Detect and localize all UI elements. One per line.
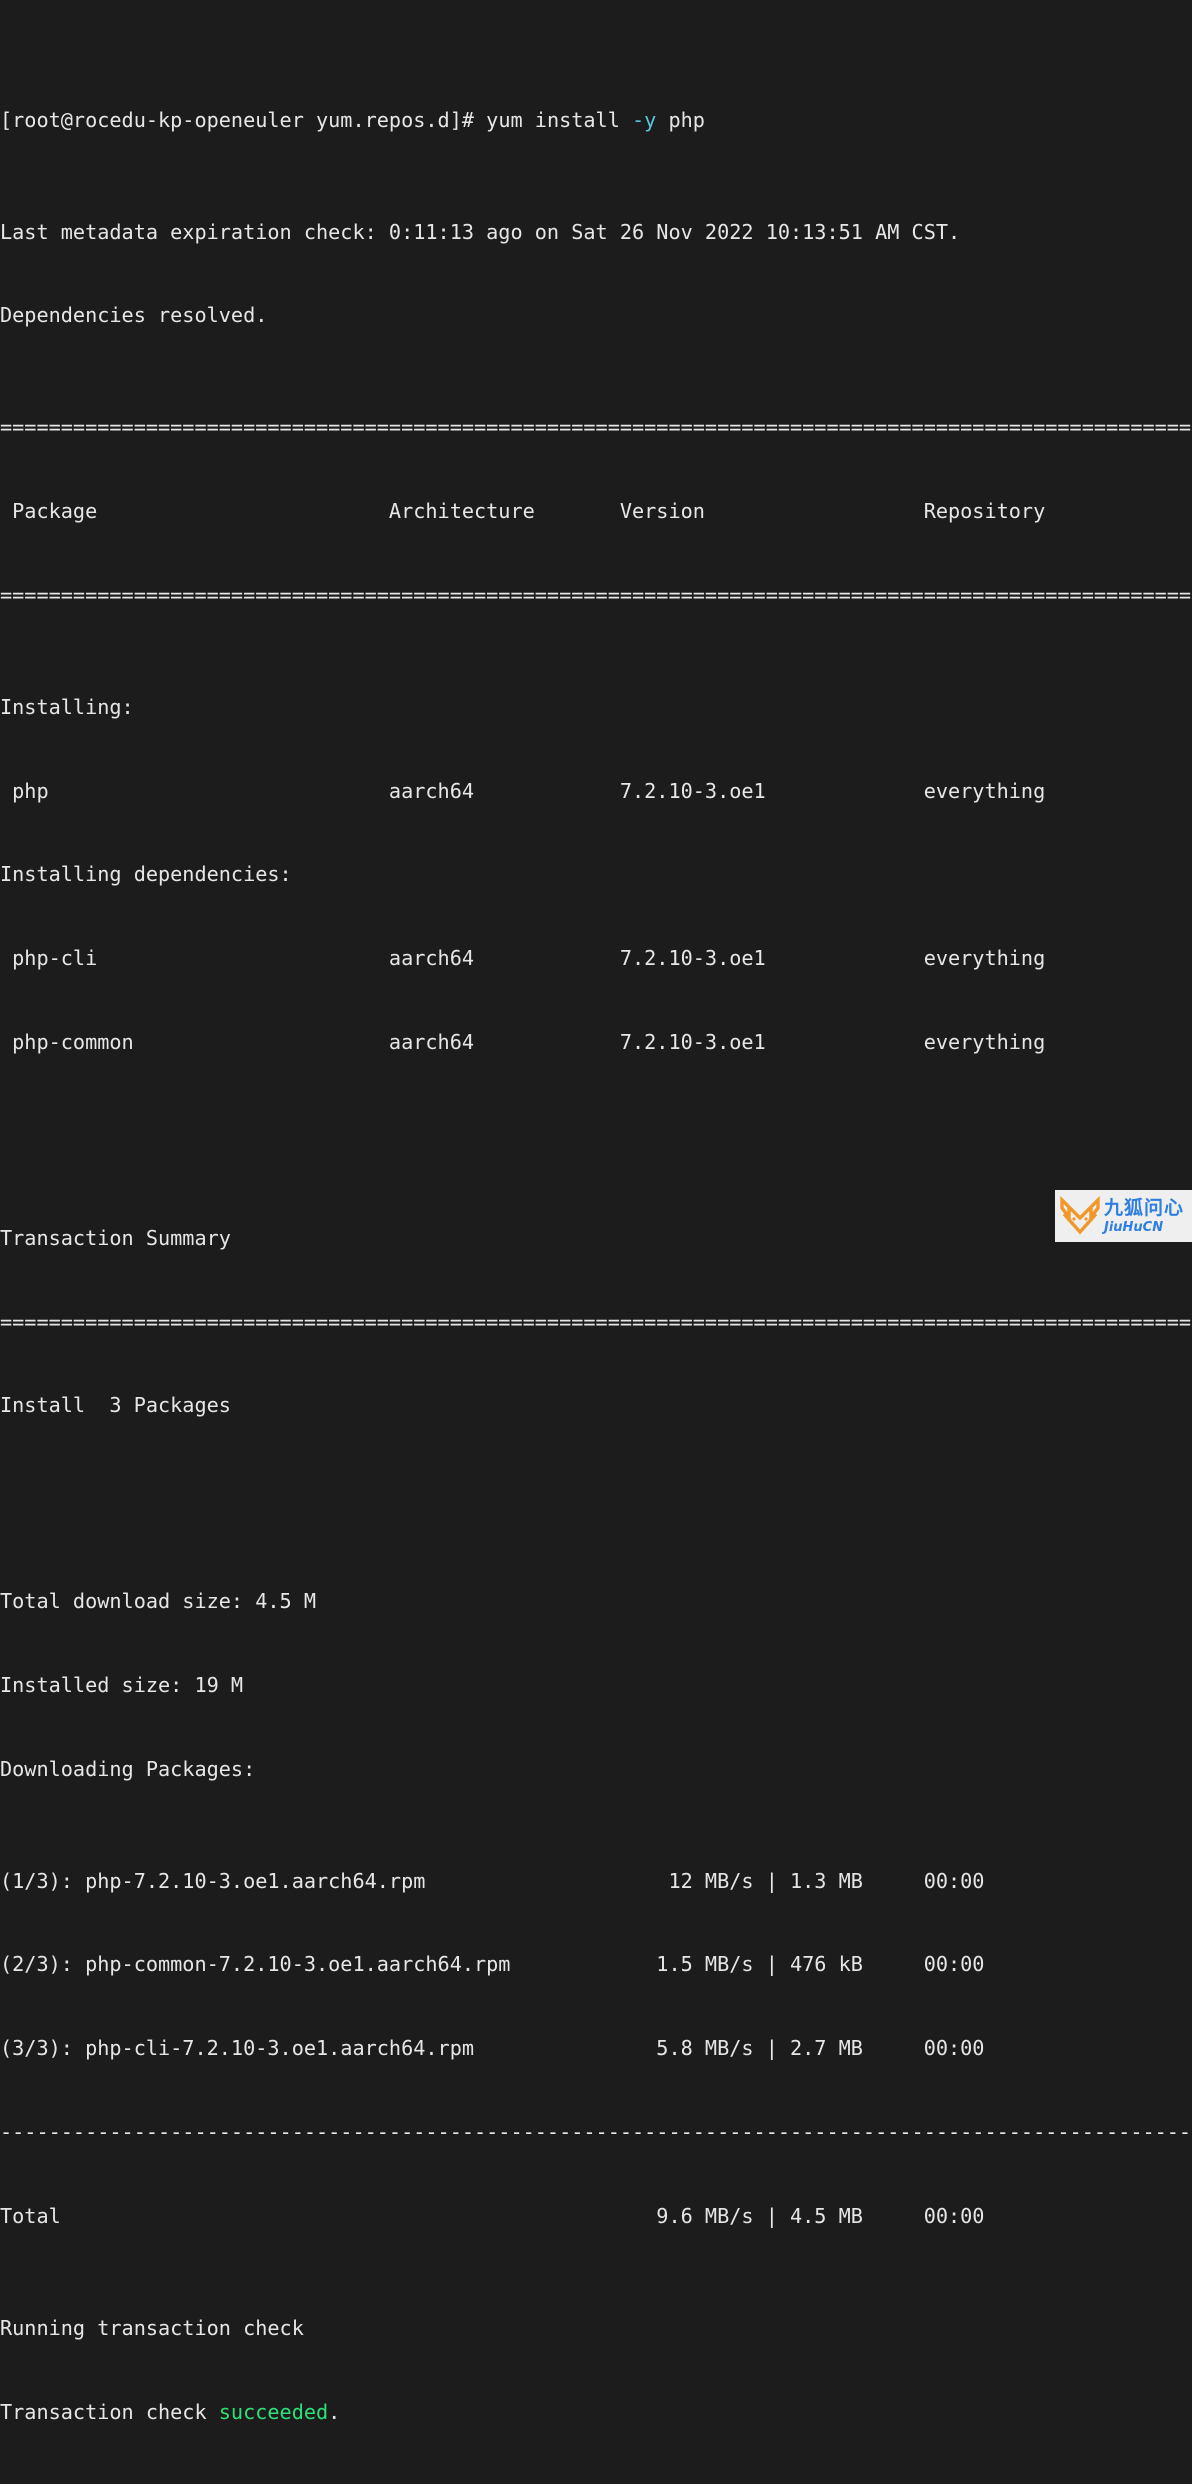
transaction-check-prefix: Transaction check xyxy=(0,2399,219,2424)
transaction-check-result-line: Transaction check succeeded. xyxy=(0,2399,1192,2427)
installing-section-header: Installing: xyxy=(0,694,134,719)
install-count-line: Install 3 Packages xyxy=(0,1393,231,1418)
command-tail: php xyxy=(656,107,705,132)
table-row: php aarch64 7.2.10-3.oe1 everything 1.3 … xyxy=(0,778,1192,803)
command-line-top: [root@rocedu-kp-openeuler yum.repos.d]# … xyxy=(0,107,1192,135)
table-header-row: Package Architecture Version Repository … xyxy=(0,499,1192,524)
download-progress-row: (3/3): php-cli-7.2.10-3.oe1.aarch64.rpm … xyxy=(0,2036,985,2061)
separator-dashes: ----------------------------------------… xyxy=(0,2120,1192,2145)
downloading-packages-header: Downloading Packages: xyxy=(0,1756,256,1781)
separator-equals-2: ========================================… xyxy=(0,582,1192,607)
separator-equals-3: ========================================… xyxy=(0,1309,1192,1334)
command-head: yum install xyxy=(486,107,633,132)
transaction-check-suffix: . xyxy=(328,2399,341,2424)
watermark-chinese: 九狐问心 xyxy=(1104,1196,1185,1219)
watermark-text: 九狐问心 JiuHuCN xyxy=(1104,1196,1185,1235)
transaction-summary-title: Transaction Summary xyxy=(0,1225,231,1250)
total-download-size-line: Total download size: 4.5 M xyxy=(0,1589,317,1614)
shell-prompt-top: [root@rocedu-kp-openeuler yum.repos.d]# xyxy=(0,107,475,132)
terminal-output[interactable]: [root@rocedu-kp-openeuler yum.repos.d]# … xyxy=(0,0,1192,2484)
download-progress-row: (1/3): php-7.2.10-3.oe1.aarch64.rpm 12 M… xyxy=(0,1868,985,1893)
watermark-english: JiuHuCN xyxy=(1104,1219,1164,1235)
command-flag: -y xyxy=(632,107,657,132)
status-badge-check: succeeded xyxy=(218,2399,329,2424)
table-row: php-common aarch64 7.2.10-3.oe1 everythi… xyxy=(0,1030,1192,1055)
watermark: 九狐问心 JiuHuCN xyxy=(1055,1190,1192,1242)
command-space xyxy=(474,108,486,132)
running-transaction-check-line: Running transaction check xyxy=(0,2315,304,2340)
dependencies-resolved-line: Dependencies resolved. xyxy=(0,303,268,328)
installing-deps-section-header: Installing dependencies: xyxy=(0,862,292,887)
table-row: php-cli aarch64 7.2.10-3.oe1 everything … xyxy=(0,946,1192,971)
download-total-row: Total 9.6 MB/s | 4.5 MB 00:00 xyxy=(0,2203,985,2228)
separator-equals-1: ========================================… xyxy=(0,415,1192,440)
fox-head-logo-icon xyxy=(1060,1195,1100,1235)
metadata-check-line: Last metadata expiration check: 0:11:13 … xyxy=(0,219,961,244)
installed-size-line: Installed size: 19 M xyxy=(0,1672,244,1697)
running-transaction-test-line: Running transaction test xyxy=(0,2482,1192,2484)
download-progress-row: (2/3): php-common-7.2.10-3.oe1.aarch64.r… xyxy=(0,1952,985,1977)
